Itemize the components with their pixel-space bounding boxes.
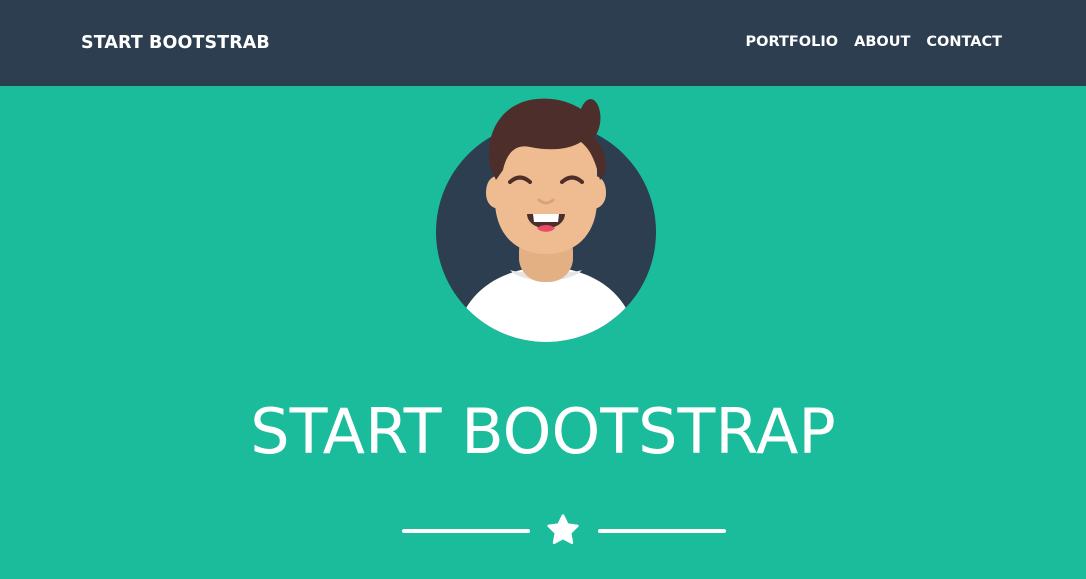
divider-left-line xyxy=(402,529,530,533)
nav-link-contact[interactable]: CONTACT xyxy=(926,33,1002,51)
avatar-illustration xyxy=(436,98,656,342)
divider-right-line xyxy=(598,529,726,533)
nav-links: PORTFOLIO ABOUT CONTACT xyxy=(746,33,1002,51)
page-title: START BOOTSTRAP xyxy=(250,395,836,468)
navbar: START BOOTSTRAB PORTFOLIO ABOUT CONTACT xyxy=(0,0,1086,86)
nav-link-about[interactable]: ABOUT xyxy=(854,33,910,51)
teeth xyxy=(533,214,559,222)
star-icon xyxy=(547,514,579,545)
brand-link[interactable]: START BOOTSTRAB xyxy=(81,31,270,55)
nav-link-portfolio[interactable]: PORTFOLIO xyxy=(746,33,839,51)
